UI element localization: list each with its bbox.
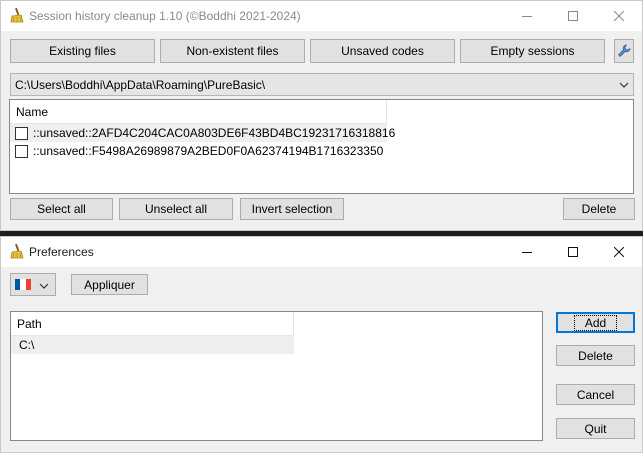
unselect-all-label: Unselect all xyxy=(144,202,208,216)
checkbox[interactable] xyxy=(15,144,28,158)
invert-selection-label: Invert selection xyxy=(251,202,333,216)
minimize-button[interactable] xyxy=(504,1,550,31)
close-button[interactable] xyxy=(596,1,642,31)
cancel-button[interactable]: Cancel xyxy=(556,384,635,405)
window-title: Preferences xyxy=(29,245,94,259)
select-all-label: Select all xyxy=(37,202,86,216)
cancel-label: Cancel xyxy=(576,387,615,402)
empty-sessions-label: Empty sessions xyxy=(490,44,575,58)
minimize-icon xyxy=(522,16,532,17)
apply-label: Appliquer xyxy=(84,277,135,292)
delete-path-button[interactable]: Delete xyxy=(556,345,635,366)
quit-button[interactable]: Quit xyxy=(556,418,635,439)
settings-button[interactable] xyxy=(614,39,634,63)
empty-sessions-button[interactable]: Empty sessions xyxy=(460,39,605,63)
list-item-label: ::unsaved::F5498A26989879A2BED0F0A623741… xyxy=(33,144,384,158)
title-bar[interactable]: Preferences xyxy=(1,237,642,267)
add-button[interactable]: Add xyxy=(556,312,635,333)
maximize-icon xyxy=(568,11,578,21)
existing-files-label: Existing files xyxy=(49,44,116,58)
path-combobox[interactable]: C:\Users\Boddhi\AppData\Roaming\PureBasi… xyxy=(10,73,634,96)
session-file-list[interactable]: Name ::unsaved::2AFD4C204CAC0A803DE6F43B… xyxy=(9,99,634,194)
delete-button[interactable]: Delete xyxy=(563,198,635,220)
minimize-button[interactable] xyxy=(504,237,550,267)
broom-icon xyxy=(9,7,25,23)
window-title: Session history cleanup 1.10 (©Boddhi 20… xyxy=(29,9,301,23)
chevron-down-icon xyxy=(615,82,633,88)
wrench-icon xyxy=(618,44,631,57)
maximize-button[interactable] xyxy=(550,1,596,31)
list-item[interactable]: C:\ xyxy=(11,336,294,354)
select-all-button[interactable]: Select all xyxy=(10,198,113,220)
title-bar[interactable]: Session history cleanup 1.10 (©Boddhi 20… xyxy=(1,1,642,31)
list-item-label: ::unsaved::2AFD4C204CAC0A803DE6F43BD4BC1… xyxy=(33,126,396,140)
unselect-all-button[interactable]: Unselect all xyxy=(119,198,233,220)
add-label: Add xyxy=(573,314,618,331)
list-item-label: C:\ xyxy=(19,338,35,352)
preferences-window: Preferences Appliquer Path C:\ Add Delet… xyxy=(0,236,643,453)
delete-label: Delete xyxy=(581,202,617,216)
language-selector[interactable] xyxy=(10,273,56,296)
flag-france-icon xyxy=(15,279,31,290)
broom-icon xyxy=(9,243,25,259)
checkbox[interactable] xyxy=(15,126,28,140)
list-item[interactable]: ::unsaved::F5498A26989879A2BED0F0A623741… xyxy=(10,142,387,160)
unsaved-codes-button[interactable]: Unsaved codes xyxy=(310,39,455,63)
close-button[interactable] xyxy=(596,237,642,267)
path-list[interactable]: Path C:\ xyxy=(10,311,543,441)
quit-label: Quit xyxy=(584,421,607,436)
chevron-down-icon xyxy=(39,278,49,292)
invert-selection-button[interactable]: Invert selection xyxy=(240,198,344,220)
column-header-path[interactable]: Path xyxy=(11,312,294,336)
path-combobox-value: C:\Users\Boddhi\AppData\Roaming\PureBasi… xyxy=(15,77,266,92)
existing-files-button[interactable]: Existing files xyxy=(10,39,155,63)
unsaved-codes-label: Unsaved codes xyxy=(341,44,424,58)
close-icon xyxy=(614,247,624,257)
list-item[interactable]: ::unsaved::2AFD4C204CAC0A803DE6F43BD4BC1… xyxy=(10,124,395,142)
maximize-icon xyxy=(568,247,578,257)
close-icon xyxy=(614,11,624,21)
non-existent-files-label: Non-existent files xyxy=(186,44,279,58)
session-cleanup-window: Session history cleanup 1.10 (©Boddhi 20… xyxy=(0,0,643,231)
maximize-button[interactable] xyxy=(550,237,596,267)
minimize-icon xyxy=(522,252,532,253)
apply-button[interactable]: Appliquer xyxy=(71,274,148,295)
column-header-name[interactable]: Name xyxy=(10,100,387,124)
non-existent-files-button[interactable]: Non-existent files xyxy=(160,39,305,63)
delete-path-label: Delete xyxy=(578,348,613,363)
